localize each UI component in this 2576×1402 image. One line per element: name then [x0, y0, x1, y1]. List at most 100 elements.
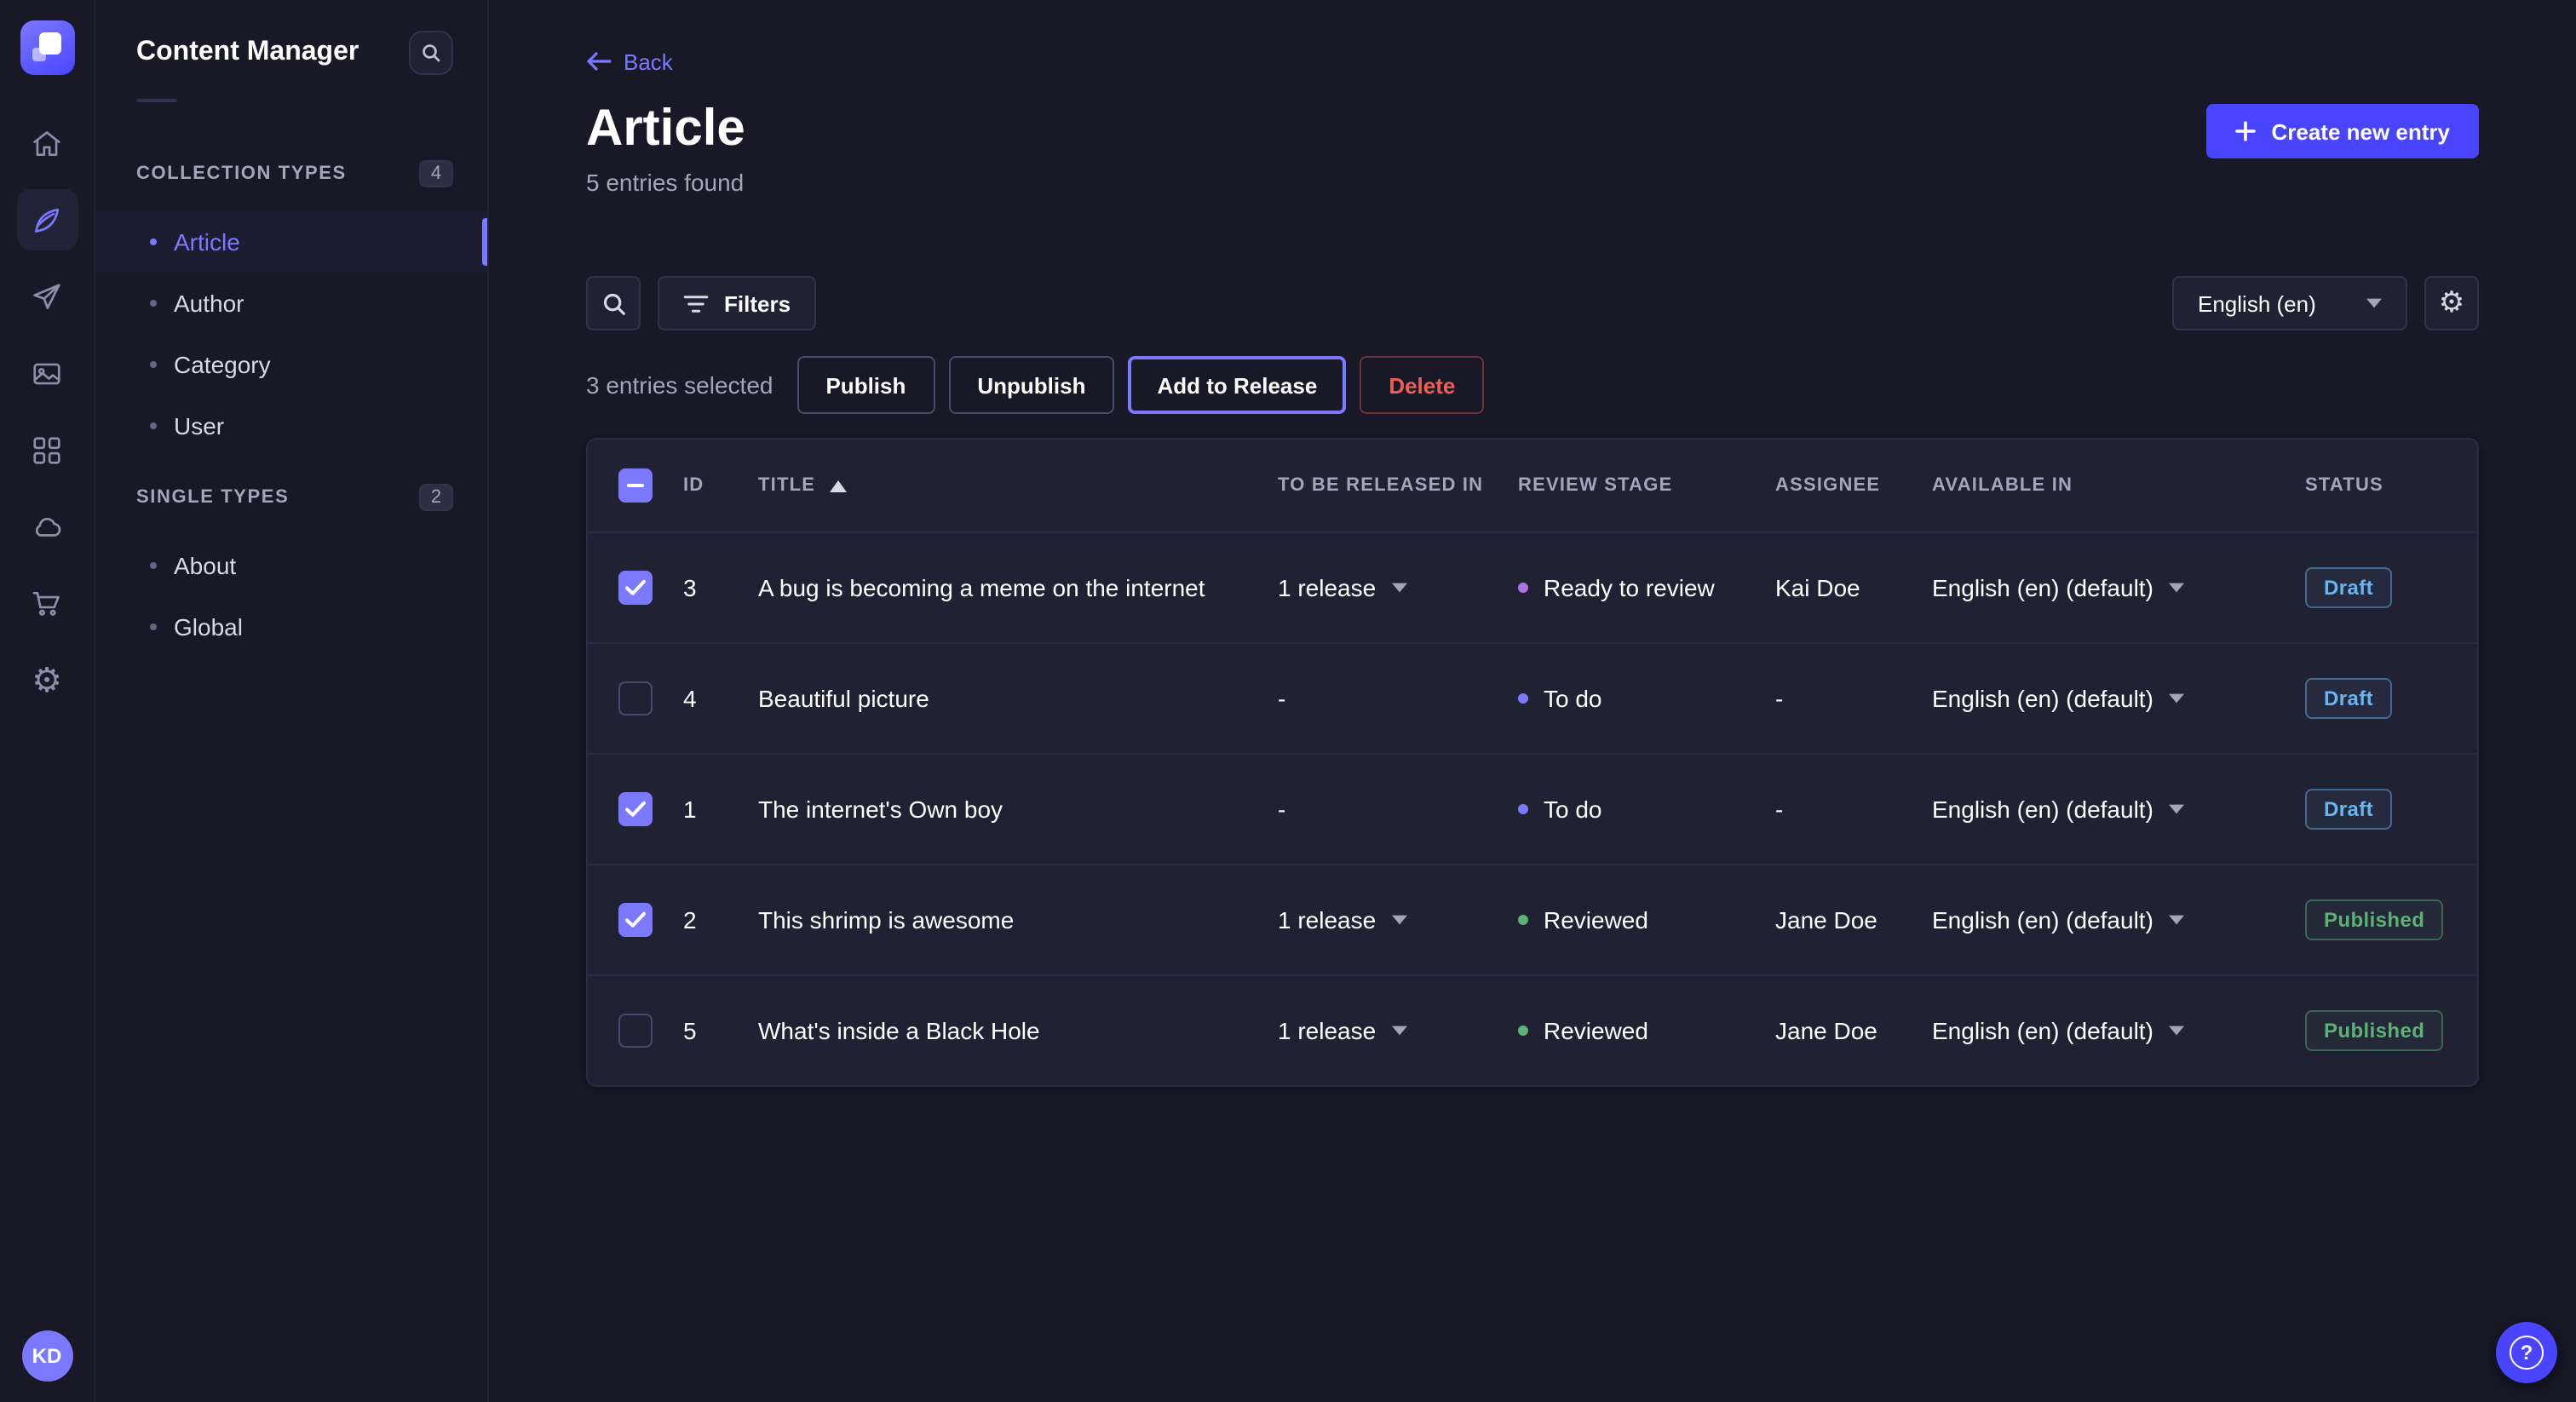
nav-rail-icons: ⚙	[16, 112, 78, 710]
view-settings-button[interactable]: ⚙	[2424, 276, 2479, 330]
row-assignee: Jane Doe	[1775, 906, 1932, 934]
row-title: A bug is becoming a meme on the internet	[741, 574, 1278, 601]
user-avatar[interactable]: KD	[21, 1330, 72, 1382]
check-icon	[625, 579, 646, 596]
bullet-icon	[150, 562, 157, 569]
deploy-cloud-icon[interactable]	[16, 496, 78, 557]
status-badge: Published	[2305, 899, 2443, 940]
sidebar-item-about[interactable]: About	[95, 535, 487, 596]
releases-icon[interactable]	[16, 266, 78, 327]
status-badge: Draft	[2305, 567, 2392, 608]
release-dropdown[interactable]: 1 release	[1278, 574, 1406, 601]
content-manager-sidebar: Content Manager COLLECTION TYPES 4 Artic…	[95, 0, 489, 1402]
collection-types-section: COLLECTION TYPES 4 Article Author Catego…	[95, 160, 487, 457]
row-checkbox[interactable]	[618, 1014, 653, 1048]
stage-dot	[1518, 804, 1528, 814]
status-badge: Draft	[2305, 789, 2392, 830]
column-header-to-be-released-in: TO BE RELEASED IN	[1278, 475, 1518, 496]
sidebar-item-global[interactable]: Global	[95, 596, 487, 658]
table-row[interactable]: 5What's inside a Black Hole1 releaseRevi…	[588, 974, 2477, 1085]
entries-table: ID TITLE TO BE RELEASED IN REVIEW STAGE …	[586, 438, 2479, 1087]
row-assignee: Kai Doe	[1775, 574, 1932, 601]
row-assignee: Jane Doe	[1775, 1017, 1932, 1044]
row-id: 5	[666, 1017, 741, 1044]
filters-button[interactable]: Filters	[658, 276, 816, 330]
stage-dot	[1518, 915, 1528, 925]
section-count-badge: 4	[419, 160, 453, 187]
locale-dropdown[interactable]: English (en) (default)	[1932, 906, 2184, 934]
row-to-be-released-in: 1 release	[1278, 1017, 1518, 1044]
row-available-in: English (en) (default)	[1932, 796, 2305, 823]
media-library-icon[interactable]	[16, 342, 78, 404]
row-title: Beautiful picture	[741, 685, 1278, 712]
row-to-be-released-in: 1 release	[1278, 574, 1518, 601]
sidebar-search-button[interactable]	[409, 31, 453, 75]
unpublish-button[interactable]: Unpublish	[948, 356, 1114, 414]
settings-icon[interactable]: ⚙	[16, 649, 78, 710]
help-button[interactable]: ?	[2496, 1322, 2557, 1383]
column-header-available-in: AVAILABLE IN	[1932, 475, 2305, 496]
status-badge: Published	[2305, 1010, 2443, 1051]
locale-dropdown[interactable]: English (en) (default)	[1932, 1017, 2184, 1044]
row-review-stage: Ready to review	[1518, 574, 1775, 601]
release-dropdown[interactable]: 1 release	[1278, 1017, 1406, 1044]
row-checkbox[interactable]	[618, 681, 653, 715]
column-header-label: STATUS	[2305, 475, 2383, 496]
content-manager-icon[interactable]	[16, 189, 78, 250]
section-count-badge: 2	[419, 484, 453, 511]
column-header-label: TO BE RELEASED IN	[1278, 475, 1483, 496]
gear-icon: ⚙	[32, 663, 62, 697]
sort-ascending-icon[interactable]	[829, 480, 846, 491]
row-available-in: English (en) (default)	[1932, 685, 2305, 712]
table-row[interactable]: 1The internet's Own boy-To do-English (e…	[588, 753, 2477, 864]
strapi-logo[interactable]	[20, 20, 74, 75]
create-new-entry-button[interactable]: Create new entry	[2206, 104, 2479, 158]
search-button[interactable]	[586, 276, 641, 330]
delete-button[interactable]: Delete	[1360, 356, 1484, 414]
marketplace-cart-icon[interactable]	[16, 572, 78, 634]
sidebar-item-author[interactable]: Author	[95, 273, 487, 334]
table-row[interactable]: 4Beautiful picture-To do-English (en) (d…	[588, 642, 2477, 753]
sidebar-item-article[interactable]: Article	[95, 211, 487, 273]
sidebar-item-label: Global	[174, 613, 243, 641]
chevron-down-icon	[1391, 1026, 1406, 1036]
row-checkbox-cell	[588, 792, 666, 826]
column-header-label: ID	[683, 475, 704, 496]
entries-count: 5 entries found	[586, 169, 745, 198]
row-checkbox[interactable]	[618, 903, 653, 937]
stage-label: Reviewed	[1544, 1017, 1648, 1044]
row-checkbox-cell	[588, 571, 666, 605]
row-status-cell: Draft	[2305, 678, 2477, 719]
plus-icon	[2235, 121, 2256, 141]
row-checkbox-cell	[588, 903, 666, 937]
table-row[interactable]: 2This shrimp is awesome1 releaseReviewed…	[588, 864, 2477, 974]
back-link[interactable]: Back	[586, 48, 673, 75]
sidebar-item-category[interactable]: Category	[95, 334, 487, 395]
chevron-down-icon	[2169, 804, 2184, 814]
row-title: The internet's Own boy	[741, 796, 1278, 823]
sidebar-item-label: User	[174, 412, 224, 440]
home-icon[interactable]	[16, 112, 78, 174]
filter-icon	[683, 294, 709, 313]
sidebar-item-user[interactable]: User	[95, 395, 487, 457]
table-row[interactable]: 3A bug is becoming a meme on the interne…	[588, 531, 2477, 642]
publish-button[interactable]: Publish	[796, 356, 934, 414]
locale-dropdown[interactable]: English (en) (default)	[1932, 685, 2184, 712]
row-checkbox[interactable]	[618, 792, 653, 826]
content-type-builder-icon[interactable]	[16, 419, 78, 480]
select-all-checkbox[interactable]	[618, 468, 653, 503]
column-header-title[interactable]: TITLE	[741, 475, 1278, 496]
column-header-id[interactable]: ID	[666, 475, 741, 496]
sidebar-item-label: Category	[174, 351, 271, 378]
release-dropdown[interactable]: 1 release	[1278, 906, 1406, 934]
locale-dropdown[interactable]: English (en) (default)	[1932, 574, 2184, 601]
release-count: 1 release	[1278, 574, 1376, 601]
row-status-cell: Draft	[2305, 789, 2477, 830]
section-label: SINGLE TYPES	[136, 487, 289, 508]
locale-dropdown[interactable]: English (en) (default)	[1932, 796, 2184, 823]
strapi-logo-mark-secondary	[32, 48, 45, 61]
add-to-release-button[interactable]: Add to Release	[1128, 356, 1346, 414]
locale-select[interactable]: English (en)	[2172, 276, 2407, 330]
column-header-label: ASSIGNEE	[1775, 475, 1880, 496]
row-checkbox[interactable]	[618, 571, 653, 605]
